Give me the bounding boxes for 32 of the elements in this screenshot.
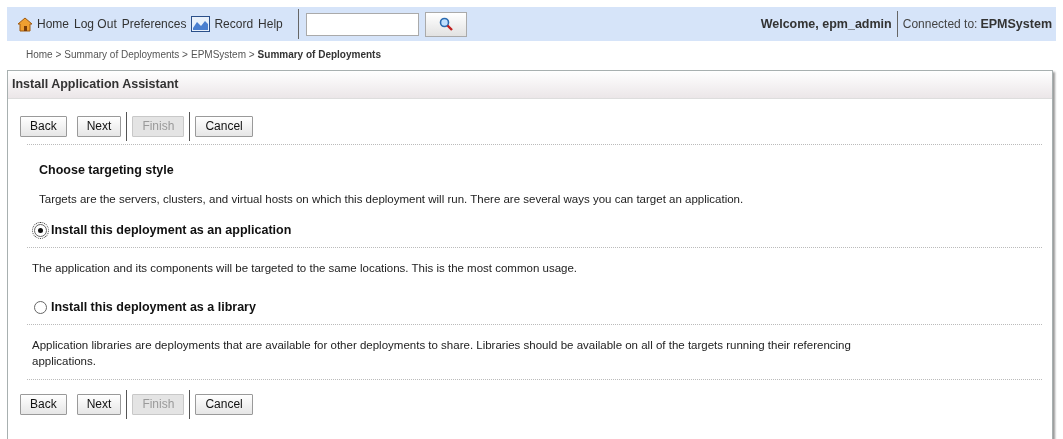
breadcrumb-link[interactable]: Home > (26, 46, 62, 62)
current-page-title: Summary of Deployments (257, 47, 381, 62)
connection-label: Connected to: (902, 16, 978, 33)
option-description: The application and its components will be targeted to the same locations. This is the most common usage. (32, 261, 579, 276)
action-button[interactable]: Next (76, 115, 122, 137)
radio-button[interactable] (34, 223, 47, 237)
action-button[interactable]: Cancel (195, 393, 253, 415)
nav-link[interactable]: Preferences (121, 15, 187, 33)
breadcrumb-link[interactable]: Summary of Deployments > (64, 46, 188, 62)
section-title: Choose targeting style (39, 163, 174, 177)
action-button[interactable]: Cancel (195, 115, 253, 137)
intro-text: Targets are the servers, clusters, and virtual hosts on which this deployment will run. There are several ways you can target an application. (39, 193, 744, 205)
action-button[interactable]: Back (20, 393, 67, 415)
nav-link[interactable]: Log Out (74, 15, 117, 33)
breadcrumb-link[interactable]: EPMSystem > (190, 46, 255, 62)
option-description: Application libraries are deployments that are available for other deployments to share. Libraries should be available on all of the targets running their referencing applications. (32, 338, 852, 369)
search-field[interactable] (305, 12, 419, 36)
panel-title: Install Application Assistant (12, 76, 179, 94)
option-label: Install this deployment as an application (51, 221, 292, 239)
radio-button[interactable] (34, 300, 47, 314)
welcome-text: Welcome, epm_admin (760, 15, 893, 33)
connection-value: EPMSystem (980, 15, 1052, 33)
search-button[interactable] (424, 11, 467, 37)
action-button[interactable]: Back (20, 115, 67, 137)
nav-link[interactable]: Help (258, 15, 283, 33)
house-icon (17, 16, 33, 32)
search-icon (438, 17, 453, 31)
chart-icon (191, 16, 211, 32)
action-button[interactable]: Next (76, 393, 122, 415)
nav-link[interactable]: Home (17, 15, 69, 33)
nav-link[interactable]: Record (191, 15, 254, 33)
option-label: Install this deployment as a library (51, 298, 256, 316)
